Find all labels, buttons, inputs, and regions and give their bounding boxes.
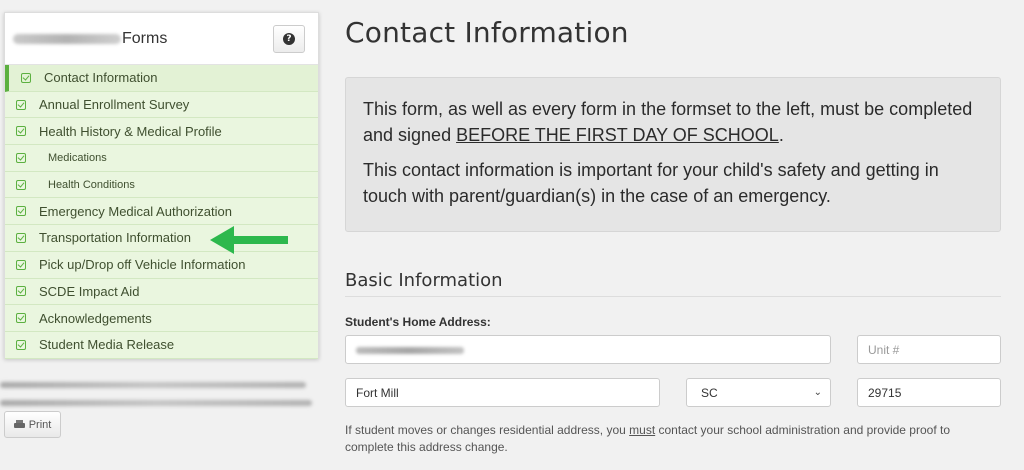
section-title: Basic Information <box>345 270 503 291</box>
sidebar-title: Forms <box>13 30 167 48</box>
sidebar-item-label: Acknowledgements <box>39 310 152 326</box>
check-square-icon <box>16 313 26 324</box>
must-text: must <box>629 423 656 437</box>
check-square-icon <box>16 259 26 270</box>
sidebar-item-annual-enrollment-survey[interactable]: Annual Enrollment Survey <box>5 91 318 119</box>
forms-sidebar: Forms ? Contact Information Annual Enroll… <box>4 12 319 359</box>
state-value: SC <box>701 385 718 400</box>
sidebar-item-label: Emergency Medical Authorization <box>39 203 232 219</box>
sidebar-item-label: Medications <box>48 151 107 164</box>
pointer-arrow-icon <box>210 226 288 254</box>
check-square-icon <box>16 339 26 350</box>
section-divider <box>345 296 1001 297</box>
sidebar-item-label: SCDE Impact Aid <box>39 283 140 299</box>
check-square-icon <box>16 179 26 190</box>
address-help-text: If student moves or changes residential … <box>345 423 951 454</box>
unit-input[interactable] <box>857 335 1001 364</box>
forms-list: Contact Information Annual Enrollment Sur… <box>5 65 318 359</box>
sidebar-item-label: Health Conditions <box>48 178 135 191</box>
page-title: Contact Information <box>345 16 629 49</box>
check-square-icon <box>16 232 26 243</box>
redacted-school-name <box>13 33 121 44</box>
redacted-address <box>356 347 464 354</box>
sidebar-header: Forms ? <box>5 13 318 65</box>
deadline-text: BEFORE THE FIRST DAY OF SCHOOL <box>456 125 779 145</box>
state-select[interactable]: SC ⌄ <box>686 378 831 407</box>
question-icon: ? <box>283 32 295 45</box>
sidebar-item-student-media-release[interactable]: Student Media Release <box>5 331 318 359</box>
sidebar-item-health-history-medical-profile[interactable]: Health History & Medical Profile <box>5 118 318 146</box>
check-square-icon <box>21 72 31 83</box>
chevron-down-icon: ⌄ <box>813 387 822 398</box>
check-square-icon <box>16 99 26 110</box>
sidebar-title-label: Forms <box>122 29 168 47</box>
check-square-icon <box>16 152 26 163</box>
sidebar-item-label: Health History & Medical Profile <box>39 123 222 139</box>
printer-icon <box>13 419 25 430</box>
sidebar-item-label: Contact Information <box>44 70 158 86</box>
sidebar-item-label: Pick up/Drop off Vehicle Information <box>39 257 246 273</box>
help-button[interactable]: ? <box>273 24 305 53</box>
notice-box: This form, as well as every form in the … <box>345 77 1001 232</box>
sidebar-item-emergency-medical-authorization[interactable]: Emergency Medical Authorization <box>5 198 318 226</box>
print-button[interactable]: Print <box>4 411 61 438</box>
sidebar-item-scde-impact-aid[interactable]: SCDE Impact Aid <box>5 278 318 306</box>
sidebar-item-health-conditions[interactable]: Health Conditions <box>5 171 318 199</box>
notice-paragraph-2: This contact information is important fo… <box>363 160 939 206</box>
print-label: Print <box>28 418 52 431</box>
address-label: Student's Home Address: <box>345 315 491 329</box>
check-square-icon <box>16 286 26 297</box>
sidebar-item-label: Annual Enrollment Survey <box>39 97 190 113</box>
sidebar-item-acknowledgements[interactable]: Acknowledgements <box>5 305 318 332</box>
check-square-icon <box>16 126 26 137</box>
redacted-line <box>0 382 306 388</box>
notice-paragraph-1: This form, as well as every form in the … <box>363 99 973 145</box>
redacted-line <box>0 400 312 406</box>
zip-input[interactable] <box>857 378 1001 407</box>
sidebar-item-label: Student Media Release <box>39 337 175 353</box>
check-square-icon <box>16 206 26 217</box>
sidebar-item-label: Transportation Information <box>39 230 191 246</box>
city-input[interactable] <box>345 378 660 407</box>
sidebar-item-medications[interactable]: Medications <box>5 145 318 172</box>
sidebar-item-contact-information[interactable]: Contact Information <box>5 65 318 92</box>
